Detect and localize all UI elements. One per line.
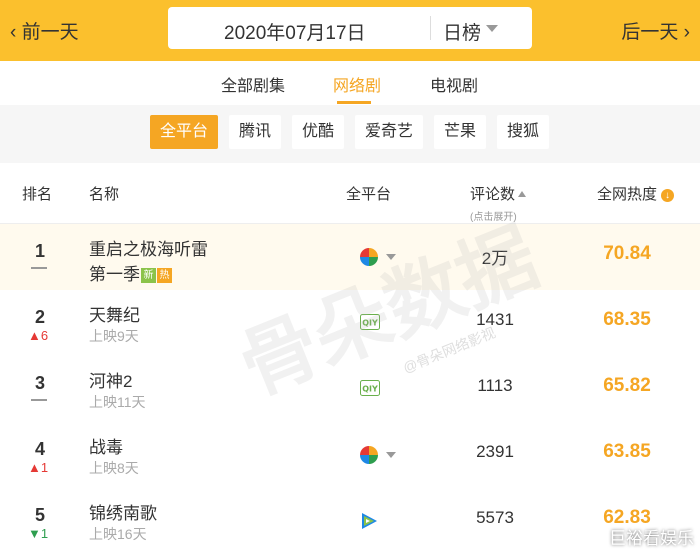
iqiyi-icon: QIY bbox=[360, 380, 380, 396]
platform-all[interactable]: 全平台 bbox=[150, 115, 219, 149]
next-day-button[interactable]: 后一天 › bbox=[621, 17, 690, 44]
down-arrow-icon: ▼ bbox=[28, 526, 41, 541]
tencent-video-icon bbox=[362, 513, 377, 529]
rank-change-value: 6 bbox=[40, 328, 49, 343]
rank-number: 2 bbox=[34, 307, 45, 327]
prev-day-button[interactable]: ‹ 前一天 bbox=[10, 17, 79, 44]
header-platform: 全平台 bbox=[346, 186, 392, 203]
header-comments-label: 评论数 bbox=[470, 186, 516, 203]
rank-change-value: 1 bbox=[40, 460, 49, 475]
rank-unchanged-mark bbox=[31, 399, 47, 401]
rank-change-value: 1 bbox=[40, 526, 49, 541]
heat-score: 70.84 bbox=[603, 243, 651, 264]
platform-youku[interactable]: 优酷 bbox=[292, 115, 345, 149]
tab-all-series[interactable]: 全部剧集 bbox=[221, 72, 285, 96]
corner-watermark: 巨裕看娱乐 bbox=[609, 529, 694, 548]
table-row[interactable]: 5 ▼1 锦绣南歌 上映16天 5573 62.83 bbox=[0, 488, 700, 559]
next-day-label: 后一天 bbox=[621, 22, 679, 43]
date-label[interactable]: 2020年07月17日 bbox=[224, 18, 366, 45]
rank-change: ▼1 bbox=[28, 526, 48, 541]
multi-platform-icon[interactable] bbox=[360, 446, 378, 464]
show-subtitle: 上映9天 bbox=[89, 328, 139, 344]
rank-number: 1 bbox=[34, 241, 45, 261]
period-select[interactable]: 日榜 bbox=[443, 18, 481, 45]
up-arrow-icon: ▲ bbox=[28, 460, 41, 475]
chevron-down-icon[interactable] bbox=[486, 25, 498, 32]
multi-platform-icon[interactable] bbox=[360, 248, 378, 266]
header-name: 名称 bbox=[89, 186, 120, 203]
show-subtitle: 上映11天 bbox=[89, 394, 146, 410]
heat-score: 68.35 bbox=[603, 309, 651, 330]
tab-web-series[interactable]: 网络剧 bbox=[333, 72, 381, 96]
top-bar: ‹ 前一天 2020年07月17日 日榜 后一天 › bbox=[0, 0, 700, 61]
rank-change: ▲6 bbox=[28, 328, 48, 343]
category-tabs: 全部剧集 网络剧 电视剧 bbox=[0, 61, 700, 105]
header-rank: 排名 bbox=[22, 186, 53, 203]
rank-number: 5 bbox=[34, 505, 45, 525]
comment-count: 5573 bbox=[476, 508, 514, 527]
header-comments[interactable]: 评论数 bbox=[470, 183, 527, 204]
tab-tv-series[interactable]: 电视剧 bbox=[430, 72, 478, 96]
table-row[interactable]: 2 ▲6 天舞纪 上映9天 QIY 1431 68.35 bbox=[0, 290, 700, 357]
platform-iqiyi[interactable]: 爱奇艺 bbox=[355, 115, 424, 149]
down-arrow-icon: ↓ bbox=[661, 189, 675, 202]
active-tab-indicator bbox=[337, 101, 371, 104]
comment-count: 2391 bbox=[476, 442, 514, 461]
table-header: 排名 名称 全平台 评论数 (点击展开) 全网热度 ↓ bbox=[0, 163, 700, 224]
show-title[interactable]: 天舞纪 bbox=[89, 301, 140, 326]
date-picker[interactable]: 2020年07月17日 日榜 bbox=[168, 7, 532, 49]
platform-tencent[interactable]: 腾讯 bbox=[229, 115, 282, 149]
subtitle-text: 第一季 bbox=[89, 265, 140, 284]
show-title[interactable]: 锦绣南歌 bbox=[89, 499, 157, 524]
show-subtitle: 第一季新热 bbox=[89, 260, 172, 285]
rank-number: 4 bbox=[34, 439, 45, 459]
iqiyi-icon: QIY bbox=[360, 314, 380, 330]
header-heat-label: 全网热度 bbox=[597, 186, 658, 203]
sort-icon bbox=[518, 191, 527, 197]
platform-mango[interactable]: 芒果 bbox=[434, 115, 487, 149]
date-divider bbox=[430, 16, 431, 40]
show-title[interactable]: 战毒 bbox=[89, 433, 123, 458]
heat-score: 63.85 bbox=[603, 441, 651, 462]
up-arrow-icon: ▲ bbox=[28, 328, 41, 343]
svg-text:QIY: QIY bbox=[362, 319, 378, 328]
rank-unchanged-mark bbox=[31, 267, 47, 269]
expand-hint: (点击展开) bbox=[470, 212, 517, 223]
new-badge: 新 bbox=[141, 268, 156, 283]
svg-text:QIY: QIY bbox=[362, 385, 378, 394]
header-heat[interactable]: 全网热度 ↓ bbox=[597, 183, 675, 204]
comment-count: 2万 bbox=[481, 249, 509, 268]
chevron-down-icon[interactable] bbox=[386, 254, 396, 260]
chevron-down-icon[interactable] bbox=[386, 452, 396, 458]
table-row[interactable]: 1 重启之极海听雷 第一季新热 2万 70.84 bbox=[0, 224, 700, 291]
show-title[interactable]: 重启之极海听雷 bbox=[89, 235, 208, 260]
show-subtitle: 上映16天 bbox=[89, 526, 147, 542]
comment-count: 1431 bbox=[476, 310, 514, 329]
show-title[interactable]: 河神2 bbox=[89, 367, 132, 392]
table-row[interactable]: 3 河神2 上映11天 QIY 1113 65.82 bbox=[0, 356, 700, 423]
prev-day-label: 前一天 bbox=[21, 22, 79, 43]
platform-sohu[interactable]: 搜狐 bbox=[497, 115, 550, 149]
table-row[interactable]: 4 ▲1 战毒 上映8天 2391 63.85 bbox=[0, 422, 700, 489]
rank-number: 3 bbox=[34, 373, 45, 393]
rank-change: ▲1 bbox=[28, 460, 48, 475]
show-subtitle: 上映8天 bbox=[89, 460, 139, 476]
hot-badge: 热 bbox=[157, 268, 172, 283]
platform-filter: 全平台 腾讯 优酷 爱奇艺 芒果 搜狐 bbox=[0, 105, 700, 163]
comment-count: 1113 bbox=[477, 376, 513, 395]
heat-score: 65.82 bbox=[603, 375, 651, 396]
